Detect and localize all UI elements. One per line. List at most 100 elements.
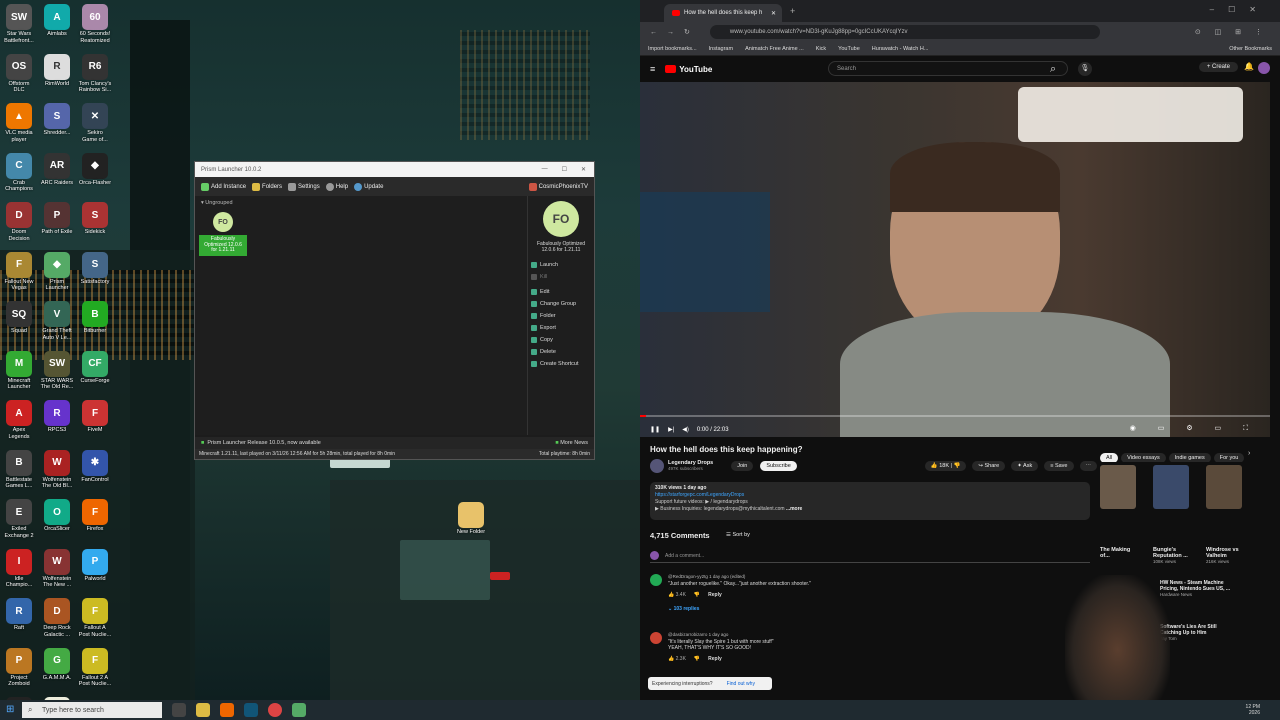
new-folder-desktop-icon[interactable]: New Folder (452, 502, 490, 536)
ask-button[interactable]: ✦ Ask (1011, 461, 1039, 471)
search-input[interactable]: Search (828, 61, 1068, 76)
like-icon[interactable]: 👍 2.3K (668, 656, 686, 662)
bitburner-icon[interactable]: B Bitburner (76, 301, 114, 335)
wolfenstein-old-blood-icon[interactable]: W Wolfenstein The Old Bl... (38, 449, 76, 490)
replies-toggle[interactable]: ⌄ 103 replies (668, 606, 811, 612)
next-icon[interactable]: ▶| (668, 426, 674, 433)
instance-tile[interactable]: FO Fabulously Optimized 12.0.6 for 1.21.… (199, 212, 247, 256)
fivem-icon[interactable]: F FiveM (76, 400, 114, 434)
address-bar[interactable]: www.youtube.com/watch?v=ND3l-gKuJg88pp=0… (709, 25, 1100, 39)
rainbow-six-icon[interactable]: R6 Tom Clancy's Rainbow Si... (76, 53, 114, 94)
chip-indie-games[interactable]: Indie games (1168, 453, 1211, 462)
settings-button[interactable]: Settings (288, 182, 320, 191)
gamma-icon[interactable]: G G.A.M.M.A. (38, 647, 76, 682)
apex-icon[interactable]: A Apex Legends (0, 400, 38, 440)
taskbar-search-input[interactable]: ⌕ Type here to search (22, 702, 162, 718)
minimize-icon[interactable]: — (542, 166, 548, 173)
new-tab-icon[interactable]: + (790, 6, 795, 16)
channel-avatar[interactable] (650, 459, 664, 473)
fallout-2-icon[interactable]: F Fallout 2 A Post Nuclie... (76, 647, 114, 688)
subscribe-button[interactable]: Subscribe (760, 461, 797, 471)
arc-raiders-icon[interactable]: AR ARC Raiders (38, 152, 76, 187)
raft-icon[interactable]: R Raft (0, 598, 38, 632)
more-news-button[interactable]: ■ More News (555, 440, 588, 446)
create-button[interactable]: + Create (1198, 62, 1238, 72)
close-icon[interactable]: ✕ (581, 166, 586, 173)
search-icon[interactable]: ⌕ (1050, 63, 1056, 76)
chevron-right-icon[interactable]: › (1248, 450, 1250, 457)
recommendation-card[interactable]: Bungie's Reputation ... 108K views (1153, 465, 1203, 564)
minecraft-launcher-icon[interactable]: M Minecraft Launcher (0, 350, 38, 391)
offstorm-icon[interactable]: OS Offstorm DLC (0, 53, 38, 94)
tab-youtube[interactable]: How the hell does this keep h ✕ (664, 4, 782, 22)
satisfactory-icon[interactable]: S Satisfactory (76, 251, 114, 286)
reload-icon[interactable]: ↻ (684, 28, 690, 36)
gta-v-icon[interactable]: V Grand Theft Auto V Le... (38, 301, 76, 341)
fallout-nv-icon[interactable]: F Fallout New Vegas (0, 251, 38, 292)
recommendation-list-item[interactable]: Software's Lies Are Still Catching Up to… (1160, 624, 1270, 641)
chrome-taskbar-icon[interactable] (268, 703, 282, 717)
idle-champions-icon[interactable]: I Idle Champio... (0, 548, 38, 589)
mic-icon[interactable]: 🎙 (1078, 62, 1092, 76)
join-button[interactable]: Join (731, 461, 754, 471)
dislike-icon[interactable]: 👎 (694, 592, 700, 598)
help-button[interactable]: Help (325, 182, 348, 191)
chip-for-you[interactable]: For you (1213, 453, 1245, 462)
starwars-battlefront-icon[interactable]: SW Star Wars Battlefront... (0, 4, 38, 44)
save-button[interactable]: ≡ Save (1044, 461, 1074, 471)
crab-champions-icon[interactable]: C Crab Champions (0, 152, 38, 193)
exiled-exchange-icon[interactable]: E Exiled Exchange 2 (0, 499, 38, 539)
action-launch[interactable]: Launch (531, 259, 591, 271)
sixty-seconds-icon[interactable]: 60 60 Seconds! Reatomized (76, 4, 114, 44)
bell-icon[interactable]: 🔔 (1244, 62, 1254, 71)
path-of-exile-icon[interactable]: P Path of Exile (38, 202, 76, 236)
add-comment-input[interactable]: Add a comment... (650, 551, 1090, 563)
find-out-link[interactable]: Find out why (727, 681, 755, 687)
youtube-logo[interactable]: YouTube (665, 65, 712, 74)
bookmark-item[interactable]: Hurawatch - Watch H... (872, 46, 929, 52)
news-text[interactable]: Prism Launcher Release 10.0.5, now avail… (207, 440, 320, 446)
firefox-taskbar-icon[interactable] (220, 703, 234, 717)
prism-taskbar-icon[interactable] (292, 703, 306, 717)
description-box[interactable]: 310K views 1 day ago https://starforgepc… (650, 482, 1090, 520)
window-controls[interactable]: –☐✕ (1210, 5, 1270, 14)
action-folder[interactable]: Folder (531, 310, 591, 322)
add-instance-button[interactable]: Add Instance (201, 182, 246, 191)
bookmark-item[interactable]: YouTube (838, 46, 860, 52)
action-edit[interactable]: Edit (531, 286, 591, 298)
comment-author[interactable]: @dasbizarrobizarro 1 day ago (668, 632, 774, 637)
sekiro-icon[interactable]: ✕ Sekiro Game of... (76, 103, 114, 143)
update-button[interactable]: Update (354, 182, 383, 191)
action-kill[interactable]: Kill (531, 271, 591, 283)
bookmark-item[interactable]: Other Bookmarks (1229, 46, 1272, 52)
folders-button[interactable]: Folders (252, 182, 282, 191)
action-delete[interactable]: Delete (531, 346, 591, 358)
recommendation-card[interactable]: Windrose vs Valheim 216K views (1206, 465, 1256, 564)
pause-icon[interactable]: ❚❚ (650, 426, 660, 433)
player-right-controls[interactable]: ◉ ▭ ⚙ ▭ ⛶ (1130, 424, 1258, 433)
task-view-icon[interactable] (172, 703, 186, 717)
group-header[interactable]: ▾ Ungrouped (195, 196, 527, 210)
action-change-group[interactable]: Change Group (531, 298, 591, 310)
file-explorer-icon[interactable] (196, 703, 210, 717)
sort-button[interactable]: ☰ Sort by (726, 532, 750, 538)
forward-icon[interactable]: → (667, 29, 674, 36)
reply-button[interactable]: Reply (708, 592, 722, 598)
like-icon[interactable]: 👍 3.4K (668, 592, 686, 598)
prism-titlebar[interactable]: Prism Launcher 10.0.2 — ☐ ✕ (195, 162, 594, 177)
avatar[interactable] (1258, 62, 1270, 74)
fancontrol-icon[interactable]: ✱ FanControl (76, 449, 114, 484)
action-create-shortcut[interactable]: Create Shortcut (531, 358, 591, 370)
sidekick-icon[interactable]: S Sidekick (76, 202, 114, 236)
rpcs3-icon[interactable]: R RPCS3 (38, 400, 76, 434)
wolfenstein-new-order-icon[interactable]: W Wolfenstein The New ... (38, 548, 76, 589)
close-tab-icon[interactable]: ✕ (771, 10, 776, 17)
comment-author[interactable]: @RedDragon-yy2tg 1 day ago (edited) (668, 574, 811, 579)
more-actions-icon[interactable]: ⋯ (1079, 461, 1097, 471)
prism-launcher-icon[interactable]: ◆ Prism Launcher (38, 251, 76, 292)
more-link[interactable]: ...more (786, 506, 802, 512)
dislike-icon[interactable]: 👎 (694, 656, 700, 662)
description-link[interactable]: https://starforgepc.com/LegendaryDrops (655, 492, 1085, 499)
chip-all[interactable]: All (1100, 453, 1119, 462)
share-button[interactable]: ↪ Share (972, 461, 1006, 471)
